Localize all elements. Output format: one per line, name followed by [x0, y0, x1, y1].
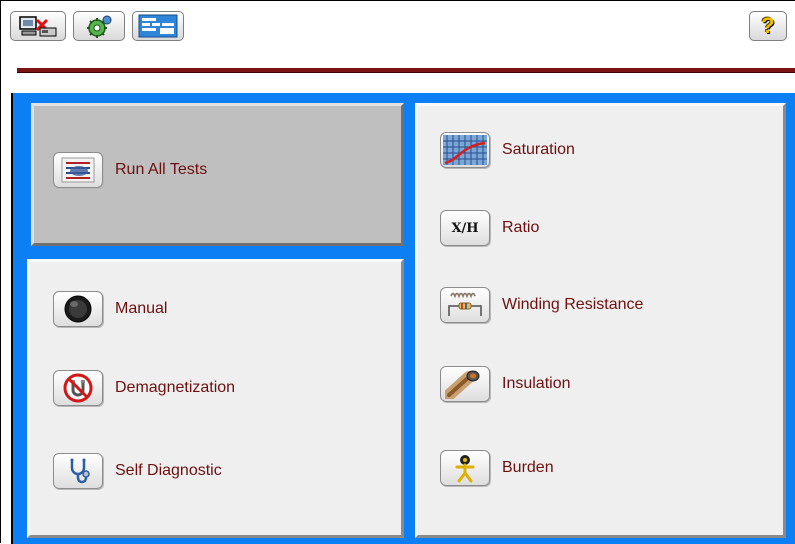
winding-resistance-button[interactable]: Winding Resistance	[440, 287, 643, 323]
ratio-button[interactable]: X/H Ratio	[440, 210, 539, 246]
cable-insulation-icon	[445, 370, 480, 399]
burden-icon-button[interactable]	[440, 450, 490, 486]
ratio-label: Ratio	[502, 219, 540, 236]
manual-label: Manual	[115, 300, 168, 317]
manual-button[interactable]: Manual	[53, 291, 167, 327]
no-magnet-icon	[63, 373, 93, 403]
burden-label: Burden	[502, 459, 554, 476]
disconnect-button[interactable]	[10, 11, 66, 41]
burden-figure-icon	[455, 455, 475, 483]
form-view-button[interactable]	[132, 11, 184, 41]
toolbar: ?	[1, 1, 795, 61]
disconnect-computer-icon	[19, 16, 57, 37]
checklist-icon	[61, 157, 95, 183]
insulation-label: Insulation	[502, 375, 571, 392]
run-all-panel: Run All Tests	[31, 103, 404, 246]
burden-button[interactable]: Burden	[440, 450, 554, 486]
demagnetization-button[interactable]: Demagnetization	[53, 370, 235, 406]
settings-button[interactable]	[73, 11, 125, 41]
demagnetization-icon-button[interactable]	[53, 370, 103, 406]
main-area: Run All Tests Manual Demagnetization Sel…	[11, 93, 795, 544]
self-diagnostic-icon-button[interactable]	[53, 453, 103, 489]
self-diagnostic-label: Self Diagnostic	[115, 462, 222, 479]
run-all-icon-button[interactable]	[53, 152, 103, 188]
ratio-xh-icon: X/H	[451, 220, 479, 236]
run-all-tests-label: Run All Tests	[115, 161, 208, 178]
help-label: ?	[761, 13, 775, 38]
gear-settings-icon	[87, 15, 112, 38]
stethoscope-icon	[70, 458, 90, 484]
coil-resistor-icon	[448, 292, 482, 316]
saturation-curve-icon	[443, 135, 487, 165]
app-window: ? Run All Tests Manual Demagnetization S…	[0, 0, 795, 544]
ratio-icon-button[interactable]: X/H	[440, 210, 490, 246]
help-button[interactable]: ?	[749, 11, 787, 41]
saturation-label: Saturation	[502, 141, 575, 158]
manual-icon-button[interactable]	[53, 291, 103, 327]
header-separator	[17, 68, 795, 72]
run-all-tests-button[interactable]: Run All Tests	[53, 152, 207, 188]
insulation-button[interactable]: Insulation	[440, 366, 571, 402]
form-document-icon	[138, 14, 178, 38]
utilities-panel: Manual Demagnetization Self Diagnostic	[27, 259, 404, 538]
saturation-icon-button[interactable]	[440, 132, 490, 168]
self-diagnostic-button[interactable]: Self Diagnostic	[53, 453, 222, 489]
winding-resistance-icon-button[interactable]	[440, 287, 490, 323]
saturation-button[interactable]: Saturation	[440, 132, 575, 168]
tests-panel: Saturation X/H Ratio Winding Resistance …	[415, 103, 786, 538]
winding-resistance-label: Winding Resistance	[502, 296, 644, 313]
demagnetization-label: Demagnetization	[115, 379, 236, 396]
knob-icon	[64, 295, 92, 323]
insulation-icon-button[interactable]	[440, 366, 490, 402]
